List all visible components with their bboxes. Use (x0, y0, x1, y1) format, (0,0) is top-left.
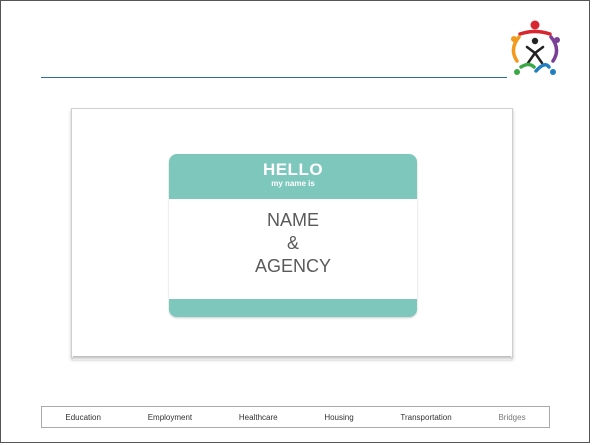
name-tag: HELLO my name is NAME & AGENCY (169, 154, 417, 317)
footer-item-transportation: Transportation (400, 412, 452, 422)
name-tag-footer-band (169, 299, 417, 317)
footer-item-healthcare: Healthcare (238, 412, 278, 422)
slide: HELLO my name is NAME & AGENCY Education… (0, 0, 590, 443)
hello-text: HELLO (262, 160, 324, 179)
header-rule (41, 77, 507, 78)
name-line: NAME (266, 210, 319, 230)
ampersand-line: & (286, 233, 299, 253)
footer-item-bridges: Bridges (498, 412, 526, 422)
image-shadow (73, 356, 511, 360)
community-logo-icon (511, 20, 560, 75)
name-tag-body: NAME & AGENCY (169, 199, 417, 299)
name-tag-image: HELLO my name is NAME & AGENCY (71, 108, 513, 358)
footer-item-housing: Housing (324, 412, 354, 422)
footer-item-employment: Employment (147, 412, 193, 422)
footer-nav: Education Employment Healthcare Housing … (41, 406, 550, 428)
agency-line: AGENCY (254, 256, 332, 276)
my-name-is-text: my name is (271, 179, 315, 188)
footer-item-education: Education (65, 412, 101, 422)
name-tag-header: HELLO my name is (169, 154, 417, 199)
